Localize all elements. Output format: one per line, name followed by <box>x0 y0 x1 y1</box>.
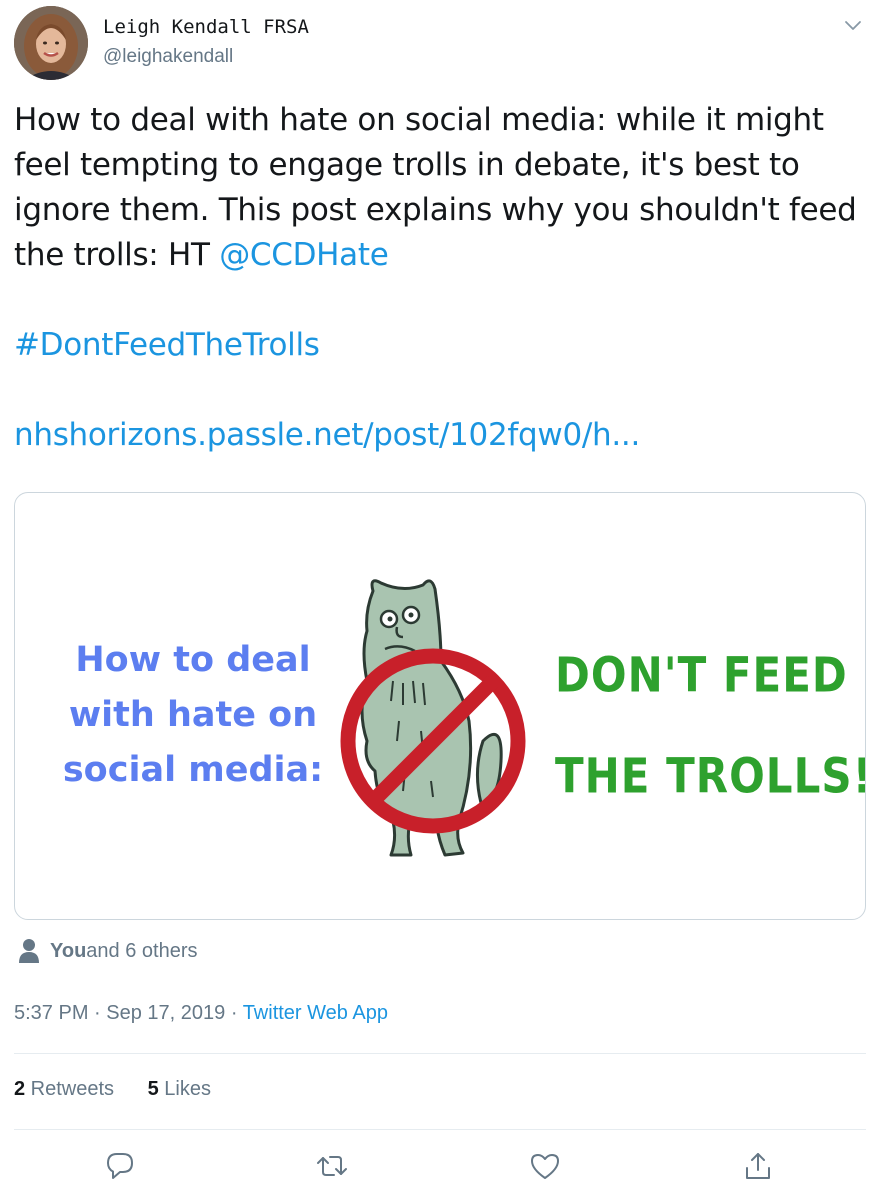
card-left-heading: How to deal with hate on social media: <box>43 633 343 798</box>
mention-link[interactable]: @CCDHate <box>219 237 389 273</box>
tweet-text-line: nhshorizons.passle.net/post/102fqw0/h... <box>14 413 866 458</box>
reply-icon[interactable] <box>104 1150 136 1182</box>
hashtag-link[interactable]: #DontFeedTheTrolls <box>14 327 320 363</box>
card-left-line: How to deal <box>75 640 311 680</box>
troll-prohibited-illustration <box>340 579 526 857</box>
tweet-text-line: ignore them. This post explains why you … <box>14 192 857 228</box>
user-handle[interactable]: @leighakendall <box>103 46 233 68</box>
retweets-count: 2 <box>14 1078 26 1100</box>
meta-separator: · <box>88 1002 107 1024</box>
meta-separator: · <box>225 1002 243 1024</box>
divider <box>14 1129 866 1130</box>
heart-icon[interactable] <box>529 1150 561 1182</box>
tweet-header: Leigh Kendall FRSA @leighakendall <box>14 6 866 82</box>
likes-count: 5 <box>147 1078 159 1100</box>
liked-by-row[interactable]: You and 6 others <box>18 936 198 966</box>
tweet-text-line: feel tempting to engage trolls in debate… <box>14 147 800 183</box>
tweet-body: How to deal with hate on social media: w… <box>14 98 866 458</box>
card-left-line: with hate on <box>68 695 318 735</box>
likes-label: Likes <box>158 1078 211 1100</box>
card-right-heading: DON'T FEED THE TROLLS! <box>555 625 866 827</box>
avatar[interactable] <box>14 6 88 80</box>
card-right-line: THE TROLLS! <box>555 747 866 805</box>
display-name[interactable]: Leigh Kendall FRSA <box>103 16 309 38</box>
avatar-photo <box>14 6 88 80</box>
tweet-text-line: How to deal with hate on social media: w… <box>14 102 824 138</box>
share-icon[interactable] <box>742 1150 774 1182</box>
tweet-text-segment: the trolls: HT <box>14 237 220 273</box>
tweet-date[interactable]: Sep 17, 2019 <box>106 1002 225 1024</box>
chevron-down-icon[interactable] <box>842 14 864 36</box>
retweet-icon[interactable] <box>316 1150 348 1182</box>
tweet-text-line: #DontFeedTheTrolls <box>14 323 866 368</box>
tweet-actions <box>0 1150 880 1184</box>
card-right-line: DON'T FEED <box>555 646 848 703</box>
tweet-stats: 2 Retweets 5 Likes <box>14 1078 211 1101</box>
liker-you: You <box>50 939 87 962</box>
tweet-source-link[interactable]: Twitter Web App <box>243 1002 388 1024</box>
tweet-time[interactable]: 5:37 PM <box>14 1002 88 1024</box>
card-left-line: social media: <box>62 750 324 790</box>
person-icon <box>19 939 39 963</box>
retweets-label: Retweets <box>25 1078 115 1100</box>
tweet-text-line: the trolls: HT @CCDHate <box>14 233 866 278</box>
url-link[interactable]: nhshorizons.passle.net/post/102fqw0/h... <box>14 417 640 453</box>
retweets-stat[interactable]: 2 Retweets <box>14 1078 114 1101</box>
link-card[interactable]: How to deal with hate on social media: D… <box>14 492 866 920</box>
liker-others: and 6 others <box>86 939 198 962</box>
divider <box>14 1053 866 1054</box>
likes-stat[interactable]: 5 Likes <box>148 1078 211 1101</box>
tweet-meta: 5:37 PM · Sep 17, 2019 · Twitter Web App <box>14 1002 388 1025</box>
